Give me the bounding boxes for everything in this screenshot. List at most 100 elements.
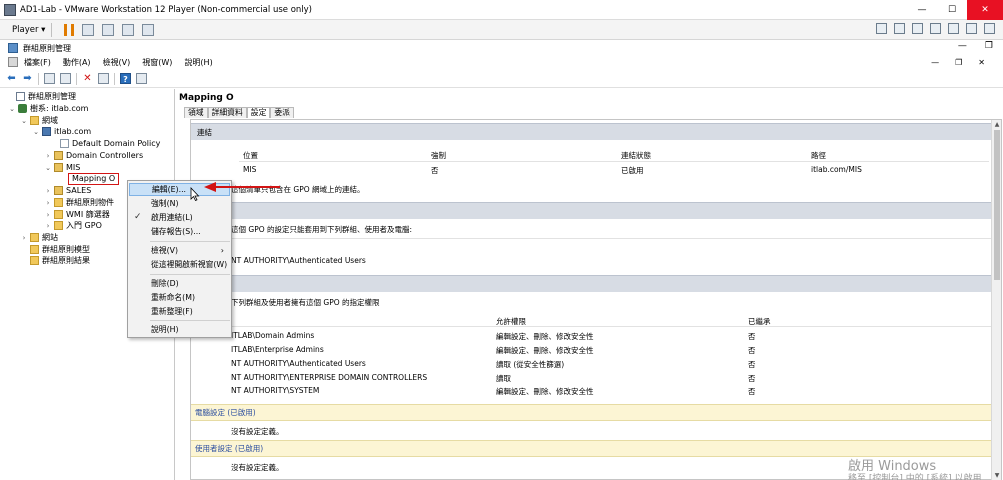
delegation-note: 下列群組及使用者擁有這個 GPO 的指定權限 — [231, 298, 380, 307]
col-location: 位置 — [243, 151, 258, 160]
ctx-delete[interactable]: 刪除(D) — [129, 277, 230, 290]
tree-item-label: 入門 GPO — [66, 220, 102, 230]
toolbar-separator — [51, 22, 53, 37]
expander[interactable]: ⌄ — [32, 128, 40, 136]
tree-item-sites[interactable]: › 網站 — [20, 232, 58, 243]
ctx-link-enabled[interactable]: ✓ 啟用連結(L) — [129, 211, 230, 224]
doc-minimize-button[interactable]: — — [931, 58, 939, 67]
tab-settings[interactable]: 設定 — [246, 107, 271, 118]
properties-icon[interactable] — [136, 73, 147, 84]
menu-item-label: 強制(N) — [151, 199, 179, 208]
network-icon[interactable] — [894, 23, 905, 34]
removable-devices-icon[interactable] — [102, 23, 115, 36]
report-scrollbar[interactable]: ▲ ▼ — [991, 120, 1001, 480]
ctx-rename[interactable]: 重新命名(M) — [129, 291, 230, 304]
tree-item-starter-gpos[interactable]: › 入門 GPO — [44, 220, 102, 231]
doc-close-button[interactable]: ✕ — [978, 58, 985, 67]
tree-item-domains[interactable]: ⌄ 網域 — [20, 115, 58, 126]
tree-item-label: Default Domain Policy — [72, 138, 161, 148]
player-menu[interactable]: Player ▾ — [12, 25, 45, 35]
expander[interactable]: › — [44, 199, 52, 207]
menu-help[interactable]: 說明(H) — [184, 57, 212, 68]
deleg-perm: 讀取 (從安全性篩選) — [496, 360, 565, 369]
tree-item-wmi-filters[interactable]: › WMI 篩選器 — [44, 209, 110, 220]
security-filter-header[interactable] — [191, 202, 999, 219]
ctx-refresh[interactable]: 重新整理(F) — [129, 305, 230, 318]
refresh-icon[interactable] — [98, 73, 109, 84]
col-enforced: 強制 — [431, 151, 446, 160]
tree-item-sales[interactable]: › SALES — [44, 185, 91, 196]
computer-config-header[interactable]: 電腦設定 (已啟用) — [191, 404, 999, 421]
tree-item-gpm-root[interactable]: 群組原則管理 — [6, 91, 76, 102]
deleg-name: NT AUTHORITY\Authenticated Users — [231, 359, 366, 368]
tree-item-itlab-domain[interactable]: ⌄ itlab.com — [32, 126, 91, 137]
vm-title-bar: AD1-Lab - VMware Workstation 12 Player (… — [0, 0, 1003, 20]
send-ctrl-alt-del-icon[interactable] — [82, 23, 95, 36]
delegation-header[interactable] — [191, 275, 999, 292]
expander[interactable]: ⌄ — [44, 164, 52, 172]
expander[interactable]: › — [44, 187, 52, 195]
expander[interactable]: › — [44, 152, 52, 160]
tree-item-gp-modeling[interactable]: 群組原則模型 — [20, 244, 90, 255]
tree-item-default-domain-policy[interactable]: Default Domain Policy — [50, 138, 160, 149]
close-button[interactable]: ✕ — [967, 0, 1003, 20]
mmc-minimize-button[interactable]: — — [958, 41, 967, 51]
tab-bar: 領域 詳細資料 設定 委派 — [184, 107, 294, 118]
expander[interactable]: › — [44, 211, 52, 219]
toolbar-separator — [114, 72, 115, 85]
menu-file[interactable]: 檔案(F) — [24, 57, 51, 68]
ctx-help[interactable]: 說明(H) — [129, 323, 230, 336]
tree-item-mapping-o[interactable]: Mapping O — [60, 172, 120, 185]
menu-action[interactable]: 動作(A) — [63, 57, 91, 68]
back-arrow-icon[interactable]: ⬅ — [6, 73, 17, 84]
tree-item-gp-results[interactable]: 群組原則結果 — [20, 255, 90, 266]
tab-scope[interactable]: 領域 — [184, 107, 208, 118]
display-icon[interactable] — [984, 23, 995, 34]
pause-icon[interactable] — [64, 23, 75, 36]
context-menu: 編輯(E)... 強制(N) ✓ 啟用連結(L) 儲存報告(S)... 檢視(V)… — [127, 180, 232, 338]
up-folder-icon[interactable] — [44, 73, 55, 84]
tree-item-gpo-objects[interactable]: › 群組原則物件 — [44, 197, 114, 208]
tree-item-mis[interactable]: ⌄ MIS — [44, 162, 80, 173]
unity-icon[interactable] — [142, 23, 155, 36]
vm-toolbar: Player ▾ — [0, 20, 1003, 40]
menu-window[interactable]: 視窗(W) — [142, 57, 172, 68]
vmware-icon — [4, 3, 16, 16]
disk-icon[interactable] — [912, 23, 923, 34]
tab-details[interactable]: 詳細資料 — [207, 107, 247, 118]
delete-icon[interactable]: ✕ — [82, 73, 93, 84]
cdrom-icon[interactable] — [930, 23, 941, 34]
help-icon[interactable]: ? — [120, 73, 131, 84]
menu-item-label: 編輯(E)... — [152, 185, 187, 194]
forward-arrow-icon[interactable]: ➡ — [22, 73, 33, 84]
mmc-restore-button[interactable]: ❐ — [985, 41, 993, 51]
show-hide-tree-icon[interactable] — [60, 73, 71, 84]
minimize-button[interactable]: — — [907, 0, 937, 20]
tree-item-forest[interactable]: ⌄ 樹系: itlab.com — [8, 103, 88, 114]
menu-view[interactable]: 檢視(V) — [103, 57, 131, 68]
usb-icon[interactable] — [948, 23, 959, 34]
folder-icon — [30, 116, 39, 125]
ctx-view[interactable]: 檢視(V) › — [129, 244, 230, 257]
expander[interactable]: › — [44, 222, 52, 230]
tab-delegation[interactable]: 委派 — [270, 107, 294, 118]
doc-restore-button[interactable]: ❐ — [955, 58, 962, 67]
tree-item-label: 群組原則結果 — [42, 255, 90, 265]
link-path: itlab.com/MIS — [811, 165, 862, 174]
scroll-up-icon[interactable]: ▲ — [992, 120, 1002, 130]
expander[interactable]: ⌄ — [8, 105, 16, 113]
fullscreen-icon[interactable] — [122, 23, 135, 36]
expander[interactable]: ⌄ — [20, 117, 28, 125]
menu-bar: 檔案(F) 動作(A) 檢視(V) 視窗(W) 說明(H) — ❐ ✕ — [0, 55, 1003, 69]
links-section-header[interactable]: 連結 — [191, 123, 999, 140]
tree-item-domain-controllers[interactable]: › Domain Controllers — [44, 150, 143, 161]
scroll-thumb[interactable] — [994, 130, 1000, 280]
expander[interactable]: › — [20, 234, 28, 242]
maximize-button[interactable]: ☐ — [937, 0, 967, 20]
ctx-new-window[interactable]: 從這裡開啟新視窗(W) — [129, 258, 230, 271]
ctx-save-report[interactable]: 儲存報告(S)... — [129, 225, 230, 238]
ctx-enforced[interactable]: 強制(N) — [129, 197, 230, 210]
divider — [239, 161, 989, 162]
printer-icon[interactable] — [876, 23, 887, 34]
sound-icon[interactable] — [966, 23, 977, 34]
